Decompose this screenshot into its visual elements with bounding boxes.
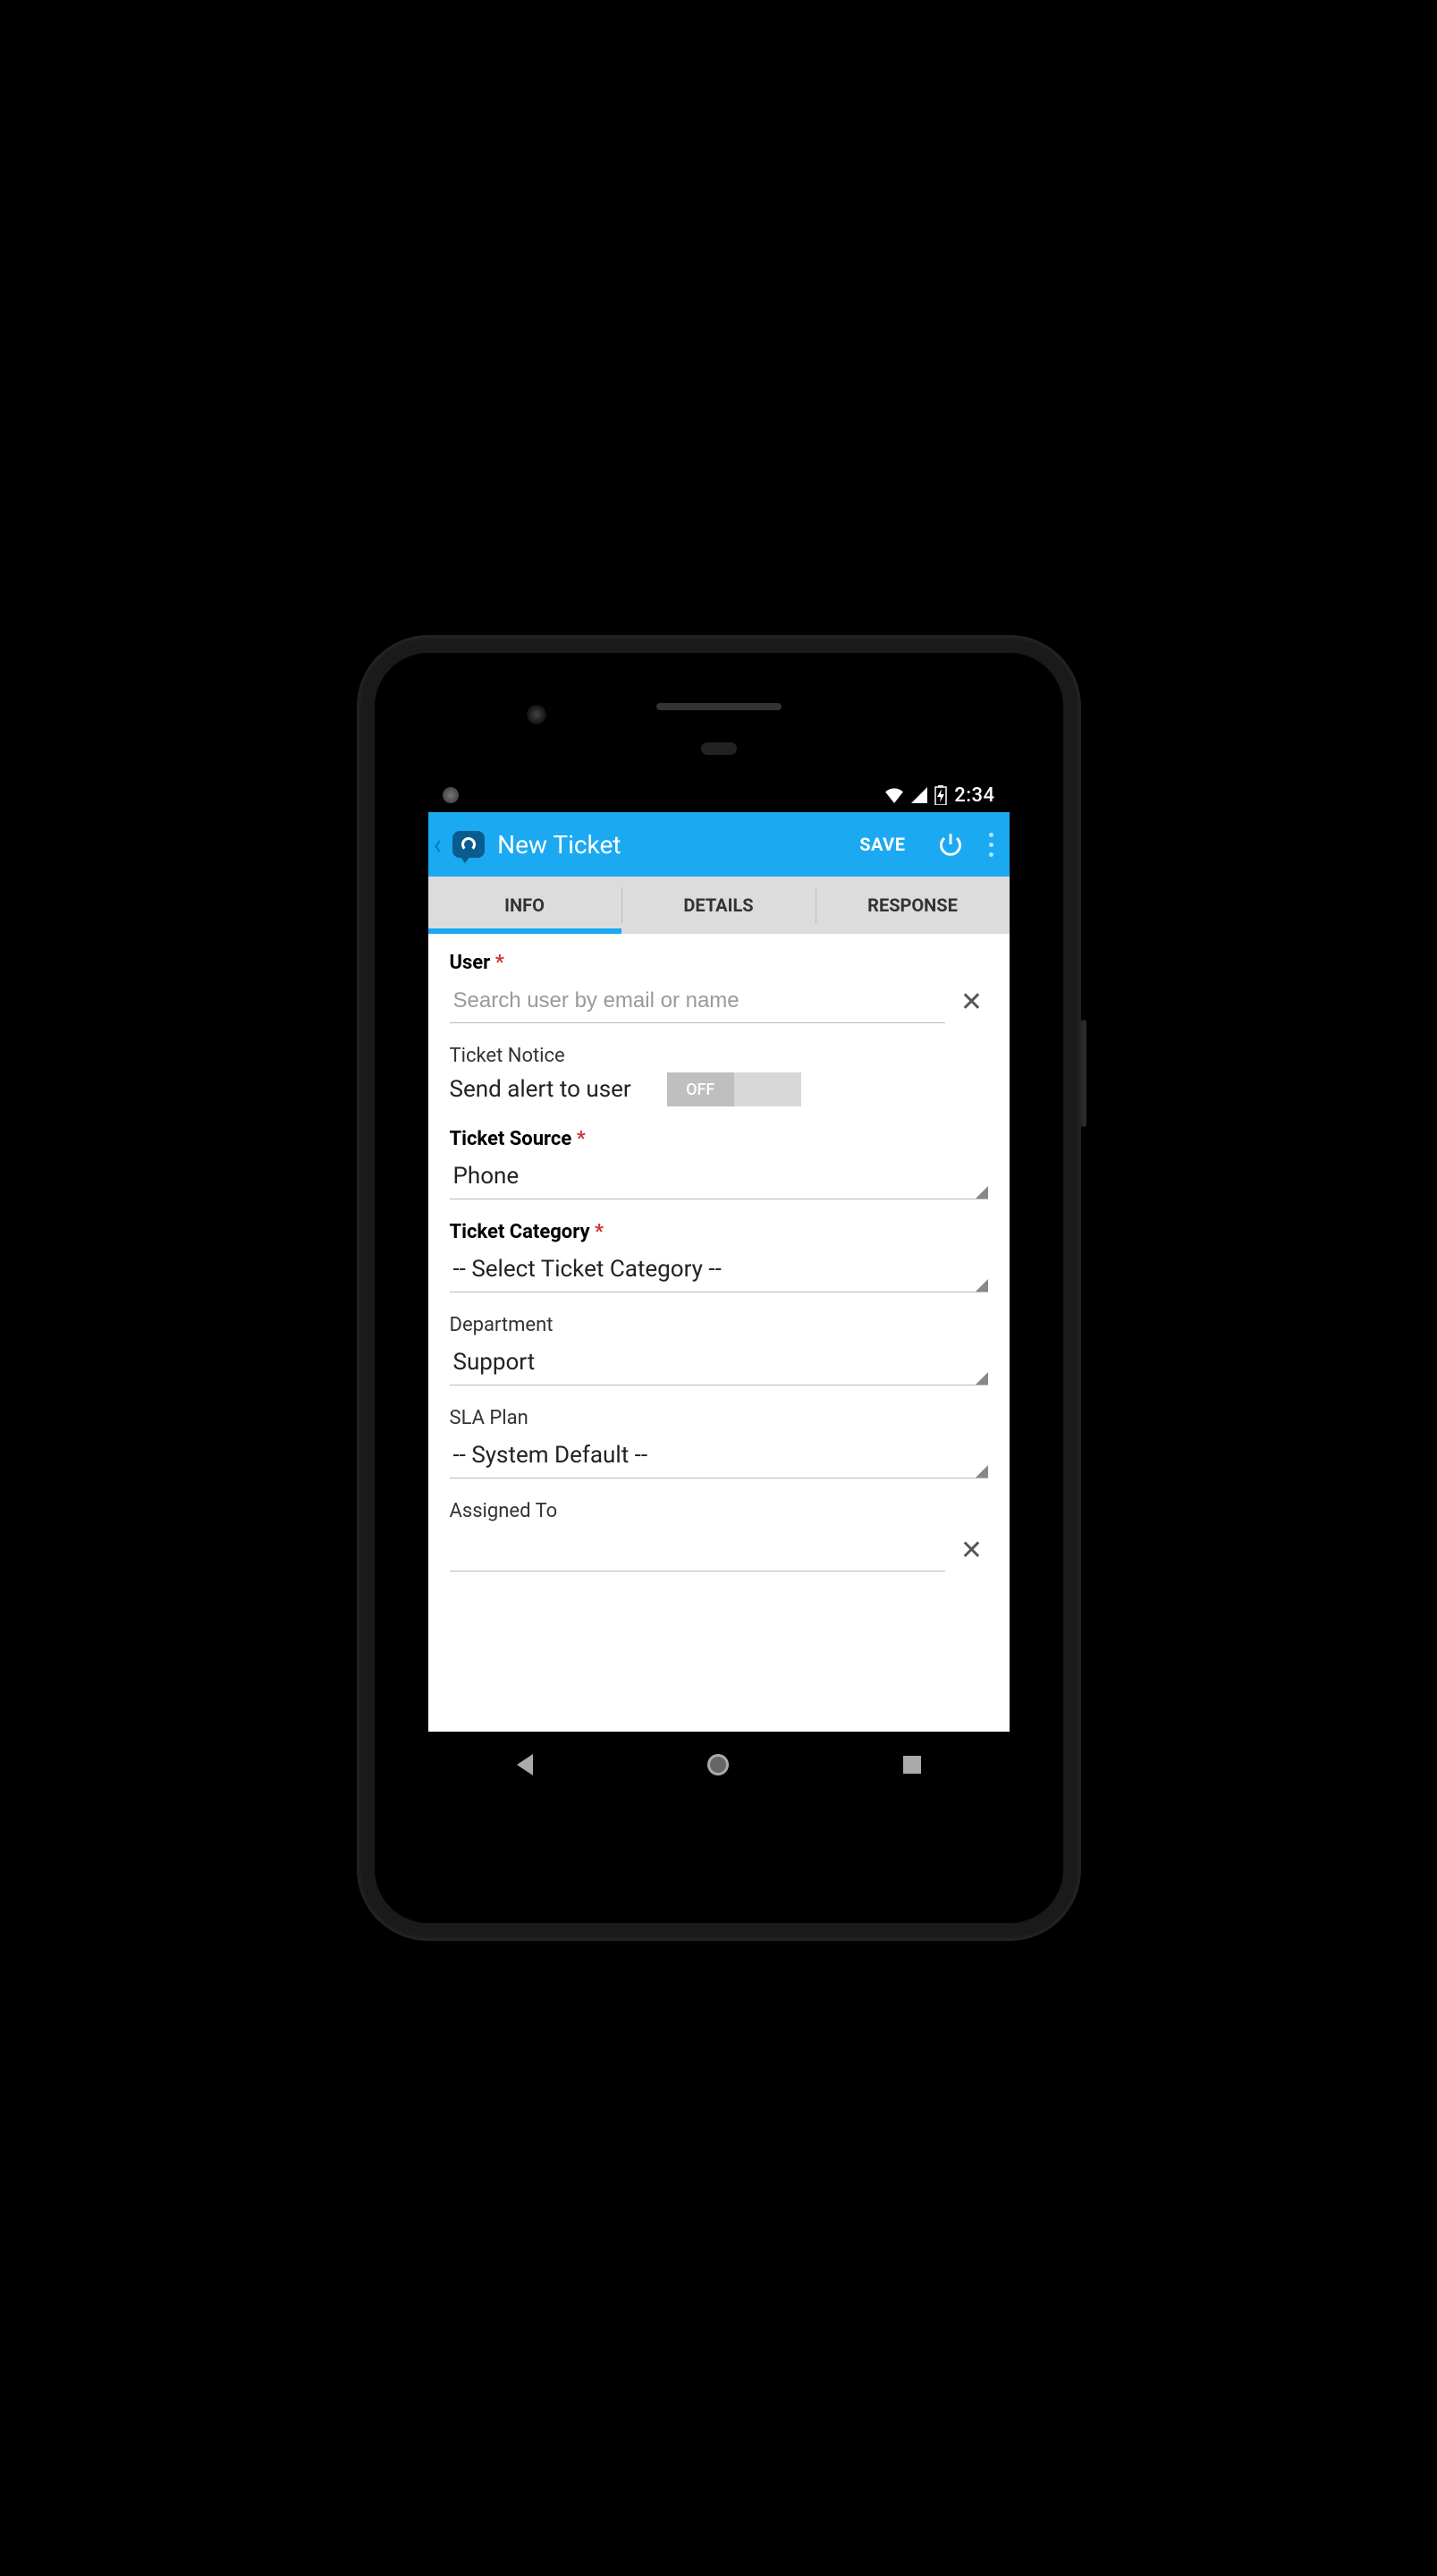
department-select[interactable]: Support	[450, 1343, 988, 1385]
app-logo-icon	[452, 831, 485, 858]
ticket-notice-label: Ticket Notice	[450, 1045, 988, 1067]
device-camera	[527, 705, 546, 724]
field-sla-plan: SLA Plan -- System Default --	[450, 1407, 988, 1479]
toggle-state: OFF	[667, 1072, 734, 1106]
assigned-to-input[interactable]	[450, 1530, 945, 1572]
field-department: Department Support	[450, 1314, 988, 1385]
device-side-button	[1081, 1020, 1086, 1127]
phone-frame: 2:34 ‹ New Ticket SAVE INFO D	[357, 635, 1081, 1941]
tab-indicator	[428, 928, 622, 934]
form-content: User * ✕ Ticket Notice Send alert to use…	[428, 934, 1010, 1732]
nav-recent-button[interactable]	[900, 1752, 925, 1777]
field-ticket-category: Ticket Category * -- Select Ticket Categ…	[450, 1221, 988, 1292]
tab-info[interactable]: INFO	[428, 877, 621, 934]
tab-bar: INFO DETAILS RESPONSE	[428, 877, 1010, 934]
department-label: Department	[450, 1314, 988, 1336]
ticket-source-select[interactable]: Phone	[450, 1157, 988, 1199]
ticket-category-select[interactable]: -- Select Ticket Category --	[450, 1250, 988, 1292]
field-user: User * ✕	[450, 952, 988, 1023]
nav-back-button[interactable]	[512, 1752, 537, 1777]
page-title: New Ticket	[497, 830, 836, 860]
clear-user-icon[interactable]: ✕	[956, 987, 988, 1019]
field-assigned-to: Assigned To ✕	[450, 1500, 988, 1572]
send-alert-label: Send alert to user	[450, 1076, 631, 1103]
power-icon[interactable]	[929, 823, 972, 866]
nav-home-button[interactable]	[706, 1752, 731, 1777]
device-speaker	[656, 703, 782, 710]
ticket-source-label: Ticket Source *	[450, 1128, 988, 1150]
back-icon[interactable]: ‹	[432, 827, 444, 861]
field-ticket-source: Ticket Source * Phone	[450, 1128, 988, 1199]
status-notification-icon	[443, 787, 459, 803]
user-label: User *	[450, 952, 988, 974]
android-nav-bar	[428, 1732, 1010, 1798]
overflow-menu-icon[interactable]	[981, 826, 1002, 864]
user-search-input[interactable]	[450, 981, 945, 1023]
status-bar: 2:34	[428, 778, 1010, 812]
save-button[interactable]: SAVE	[845, 823, 919, 866]
status-time: 2:34	[954, 784, 994, 807]
tab-response[interactable]: RESPONSE	[816, 887, 1010, 923]
battery-charging-icon	[934, 785, 947, 805]
tab-details[interactable]: DETAILS	[621, 887, 816, 923]
field-ticket-notice: Ticket Notice Send alert to user OFF	[450, 1045, 988, 1106]
send-alert-toggle[interactable]: OFF	[667, 1072, 801, 1106]
wifi-icon	[884, 787, 904, 803]
device-sensor	[701, 742, 737, 755]
assigned-to-label: Assigned To	[450, 1500, 988, 1522]
sla-plan-label: SLA Plan	[450, 1407, 988, 1429]
sla-plan-select[interactable]: -- System Default --	[450, 1436, 988, 1479]
clear-assigned-icon[interactable]: ✕	[956, 1535, 988, 1567]
ticket-category-label: Ticket Category *	[450, 1221, 988, 1243]
app-bar: ‹ New Ticket SAVE	[428, 812, 1010, 877]
cellular-icon	[911, 787, 927, 803]
